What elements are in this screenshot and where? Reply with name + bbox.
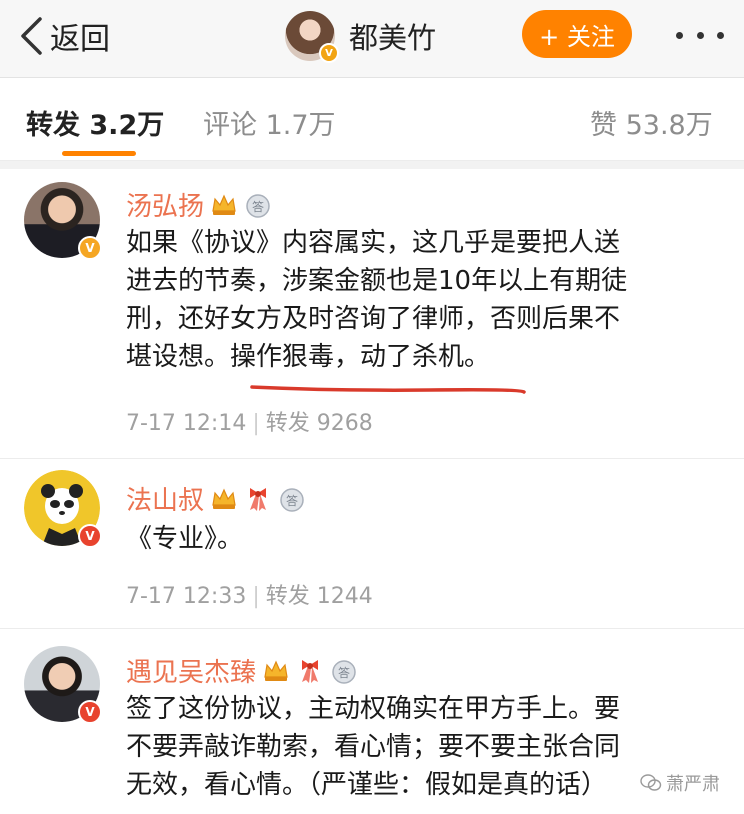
ribbon-icon (302, 659, 319, 683)
username[interactable]: 法山叔 (126, 480, 204, 517)
comment-line: 如果《协议》内容属实，这几乎是要把人送 (126, 228, 621, 258)
chevron-left-icon (21, 17, 42, 55)
avatar[interactable]: V (24, 470, 102, 548)
svg-text:答: 答 (252, 199, 264, 214)
highlighted-text: 操作狠毒，动了杀机 (230, 342, 465, 372)
avatar[interactable]: V (24, 182, 102, 260)
svg-text:答: 答 (338, 665, 350, 680)
crown-icon (212, 488, 236, 509)
comment-line: 堪设想。操作狠毒，动了杀机。 (126, 338, 726, 376)
ribbon-icon (250, 487, 267, 511)
username[interactable]: 遇见吴杰臻 (126, 652, 256, 689)
svg-text:答: 答 (286, 493, 298, 508)
separator: | (252, 411, 260, 436)
follow-button[interactable]: + 关注 (522, 10, 632, 58)
back-button[interactable]: 返回 (18, 14, 110, 58)
comment-text: 《专业》。 (126, 524, 244, 554)
comment-header: 汤弘扬 答 (126, 186, 272, 223)
comment-text-part: 堪设想。 (126, 342, 231, 372)
dot (696, 31, 704, 39)
comment-header: 法山叔 答 (126, 480, 306, 517)
active-tab-indicator (62, 151, 136, 156)
tab-bar: 转发 3.2万 评论 1.7万 赞 53.8万 (0, 79, 744, 161)
divider (0, 458, 744, 459)
answer-badge-icon: 答 (332, 659, 356, 684)
timestamp: 7-17 12:14 (126, 411, 247, 436)
comment-meta: 7-17 12:14 | 转发 9268 (126, 405, 373, 437)
comment-header: 遇见吴杰臻 答 (126, 652, 358, 689)
nav-bar: 返回 V 都美竹 + 关注 (0, 0, 744, 78)
answer-badge-icon: 答 (280, 487, 304, 512)
comment-line: 签了这份协议，主动权确实在甲方手上。要 (126, 694, 621, 724)
comment-text: 签了这份协议，主动权确实在甲方手上。要 不要弄敲诈勒索，看心情；要不要主张合同 … (126, 690, 726, 804)
timestamp: 7-17 12:33 (126, 584, 247, 609)
handdrawn-underline (250, 385, 526, 394)
watermark-text: 萧严肃 (666, 774, 720, 795)
divider (0, 161, 744, 169)
comment-text: 如果《协议》内容属实，这几乎是要把人送 进去的节奏，涉案金额也是10年以上有期徒… (126, 224, 726, 376)
wechat-icon (640, 774, 662, 791)
back-label: 返回 (50, 22, 110, 57)
verified-icon: V (78, 524, 102, 548)
comment-meta: 7-17 12:33 | 转发 1244 (126, 578, 373, 610)
tab-like[interactable]: 赞 53.8万 (590, 103, 713, 142)
dot (676, 31, 683, 39)
repost-count[interactable]: 转发 1244 (266, 584, 373, 609)
avatar[interactable]: V (285, 11, 339, 63)
verified-icon: V (319, 43, 339, 63)
username[interactable]: 汤弘扬 (126, 186, 204, 223)
more-options-icon[interactable] (676, 20, 724, 50)
verified-icon: V (78, 700, 102, 724)
tab-repost[interactable]: 转发 3.2万 (26, 103, 164, 142)
divider (0, 628, 744, 629)
dot (717, 31, 724, 39)
crown-icon (212, 194, 236, 215)
tab-comment[interactable]: 评论 1.7万 (203, 103, 336, 142)
watermark: 萧严肃 (640, 770, 720, 796)
comment-line: 无效，看心情。（严谨些：假如是真的话） (126, 770, 608, 800)
verified-icon: V (78, 236, 102, 260)
avatar[interactable]: V (24, 646, 102, 724)
answer-badge-icon: 答 (246, 193, 270, 218)
comment-line: 进去的节奏，涉案金额也是10年以上有期徒 (126, 266, 628, 296)
comment-line: 不要弄敲诈勒索，看心情；要不要主张合同 (126, 732, 621, 762)
comment-line: 刑，还好女方及时咨询了律师，否则后果不 (126, 304, 621, 334)
crown-icon (264, 660, 288, 681)
separator: | (252, 584, 260, 609)
comment-text-part: 。 (464, 342, 491, 372)
profile-header[interactable]: V 都美竹 (285, 8, 436, 64)
page-title: 都美竹 (349, 21, 437, 55)
repost-count[interactable]: 转发 9268 (266, 411, 373, 436)
